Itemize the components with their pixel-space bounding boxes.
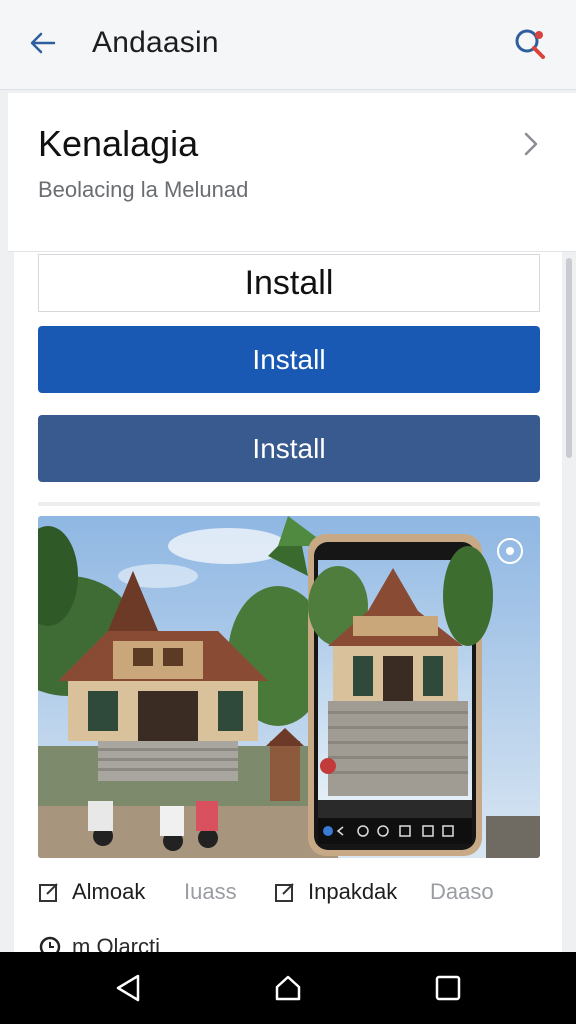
edit-icon [38, 881, 60, 903]
install-primary-button[interactable]: Install [38, 326, 540, 393]
nav-back-icon [116, 974, 140, 1002]
install-outline-button[interactable]: Install [38, 254, 540, 312]
app-subtitle: Beolacing la Melunad [38, 177, 249, 202]
screenshot-gallery[interactable] [38, 516, 540, 858]
nav-recents-button[interactable] [430, 970, 466, 1006]
chevron-right-icon [524, 132, 538, 156]
app-bar: Andaasin [0, 0, 576, 90]
divider [38, 502, 540, 506]
details-chevron[interactable] [516, 129, 546, 159]
nav-recents-icon [435, 975, 461, 1001]
content-panel: Install Install Install Almoak Iuass Inp… [14, 252, 562, 952]
tag-label: Daaso [430, 879, 494, 904]
partial-row-label: m Olarcti [72, 934, 160, 952]
app-bar-title: Andaasin [92, 26, 219, 59]
app-header-card[interactable]: Kenalagia Beolacing la Melunad [8, 93, 576, 252]
app-name: Kenalagia [38, 123, 199, 164]
nav-home-button[interactable] [270, 970, 306, 1006]
edit-icon [274, 881, 296, 903]
search-button[interactable] [510, 24, 550, 64]
gallery-screenshot-image [38, 516, 540, 858]
tag-label: Iuass [184, 879, 237, 904]
system-nav-bar [0, 952, 576, 1024]
tag-item[interactable]: Daaso [430, 874, 494, 910]
tag-label: Almoak [72, 879, 146, 904]
scrollbar[interactable] [566, 258, 572, 458]
tag-row: Almoak Iuass Inpakdak Daaso [38, 874, 540, 910]
install-secondary-button[interactable]: Install [38, 415, 540, 482]
clock-icon [38, 935, 62, 952]
tag-label: Inpakdak [308, 879, 398, 904]
tag-item[interactable]: Almoak [38, 874, 145, 910]
tag-item[interactable]: Iuass [184, 874, 237, 910]
back-button[interactable] [26, 26, 60, 60]
nav-home-icon [275, 975, 301, 1001]
nav-back-button[interactable] [110, 970, 146, 1006]
partial-info-row: m Olarcti [38, 934, 160, 952]
tag-item[interactable]: Inpakdak [274, 874, 397, 910]
search-icon [515, 29, 545, 59]
arrow-left-icon [30, 32, 56, 54]
